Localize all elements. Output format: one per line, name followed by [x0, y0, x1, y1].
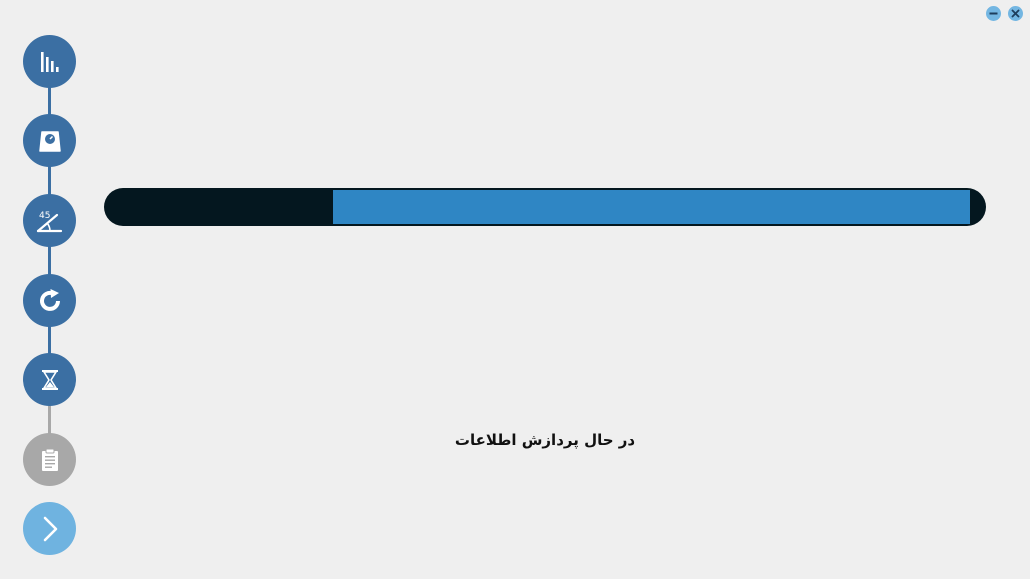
step-weight[interactable] — [23, 114, 76, 167]
refresh-icon — [39, 288, 60, 311]
scale-icon — [38, 130, 61, 152]
close-button[interactable] — [1008, 6, 1023, 21]
next-button[interactable] — [23, 502, 76, 555]
chevron-right-icon — [43, 516, 57, 541]
step-rotation[interactable] — [23, 274, 76, 327]
minimize-button[interactable] — [986, 6, 1001, 21]
progress-bar-fill — [333, 190, 970, 224]
progress-bar — [104, 188, 986, 226]
hourglass-icon — [41, 369, 58, 390]
step-report[interactable] — [23, 433, 76, 486]
bar-chart-icon — [40, 51, 59, 72]
step-analysis[interactable] — [23, 35, 76, 88]
step-angle[interactable]: 45 — [23, 194, 76, 247]
angle-value-label: 45 — [39, 211, 50, 221]
clipboard-icon — [41, 448, 58, 471]
close-icon — [1011, 9, 1020, 18]
angle-icon: 45 — [36, 211, 62, 232]
step-time[interactable] — [23, 353, 76, 406]
status-label: در حال پردازش اطلاعات — [454, 431, 636, 449]
minimize-icon — [989, 12, 998, 15]
